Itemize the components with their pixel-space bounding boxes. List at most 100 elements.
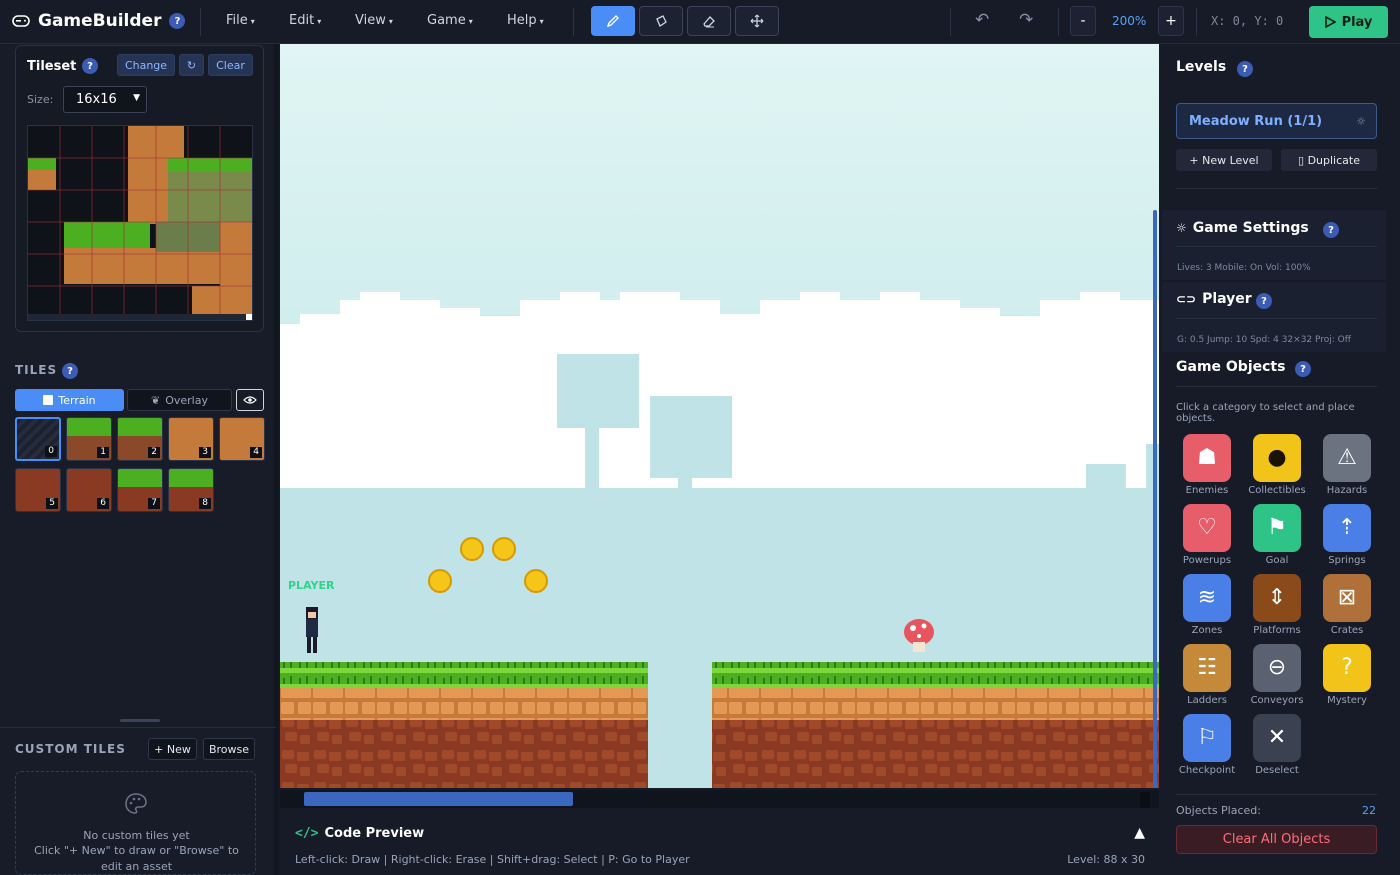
eye-icon (243, 396, 257, 404)
tile-1[interactable]: 1 (66, 417, 112, 461)
code-preview-title[interactable]: </> Code Preview (295, 826, 424, 841)
app-name: GameBuilder (38, 11, 162, 31)
zoom-level: 200% (1112, 14, 1147, 28)
redo-icon[interactable]: ↷ (1019, 10, 1033, 30)
menu-help[interactable]: Help ▾ (507, 13, 544, 28)
tile-index: 8 (199, 498, 211, 509)
zoom-in-button[interactable]: + (1158, 6, 1184, 36)
code-preview-bar[interactable]: </> Code Preview ▲ Left-click: Draw | Rig… (280, 816, 1160, 875)
tile-3[interactable]: 3 (168, 417, 214, 461)
player-title[interactable]: ⊂⊃ Player (1176, 291, 1252, 307)
tileset-refresh-button[interactable]: ↻ (179, 54, 204, 76)
tile-4[interactable]: 4 (219, 417, 265, 461)
object-category-enemies[interactable]: ☗ (1183, 434, 1231, 482)
pencil-tool-button[interactable] (591, 6, 635, 36)
tab-overlay[interactable]: ❦ Overlay (127, 389, 232, 411)
tile-8[interactable]: 8 (168, 468, 214, 512)
scroll-corner (1140, 792, 1150, 808)
grass-strip (67, 418, 111, 436)
object-category-label: Powerups (1182, 555, 1232, 566)
play-icon (1324, 16, 1336, 28)
tab-terrain[interactable]: Terrain (15, 389, 124, 411)
eraser-tool-button[interactable] (687, 6, 731, 36)
level-settings-icon[interactable]: ☼ (1356, 115, 1366, 128)
tile-index: 2 (148, 447, 160, 458)
player-help-icon[interactable]: ? (1256, 293, 1272, 309)
eraser-icon (703, 16, 715, 28)
bucket-icon (656, 15, 667, 27)
tile-size-select[interactable]: 16x16 ▼ (63, 86, 147, 113)
object-category-conveyors[interactable]: ⊖ (1253, 644, 1301, 692)
tile-7[interactable]: 7 (117, 468, 163, 512)
tile-index: 7 (148, 498, 160, 509)
object-category-powerups[interactable]: ♡ (1183, 504, 1231, 552)
object-category-ladders[interactable]: ☷ (1183, 644, 1231, 692)
canvas-vertical-scrollbar[interactable] (1153, 210, 1157, 788)
game-settings-title[interactable]: ☼ Game Settings (1176, 220, 1309, 236)
tile-5[interactable]: 5 (15, 468, 61, 512)
tiles-help-icon[interactable]: ? (62, 363, 78, 379)
object-category-checkpoint[interactable]: ⚐ (1183, 714, 1231, 762)
objects-description-2: objects. (1176, 413, 1216, 424)
expand-icon[interactable]: ▲ (1134, 825, 1145, 841)
code-icon: </> (295, 826, 319, 841)
object-category-label: Ladders (1187, 695, 1227, 706)
level-item-current[interactable]: Meadow Run (1/1) ☼ (1176, 103, 1377, 139)
tileset-clear-button[interactable]: Clear (208, 54, 253, 76)
play-button[interactable]: Play (1309, 6, 1388, 38)
object-category-label: Hazards (1326, 485, 1368, 496)
custom-new-button[interactable]: + New (148, 738, 197, 760)
menu-game[interactable]: Game ▾ (427, 13, 473, 28)
object-category-goal[interactable]: ⚑ (1253, 504, 1301, 552)
tileset-change-button[interactable]: Change (117, 54, 175, 76)
tileset-preview[interactable] (27, 125, 253, 321)
menu-view[interactable]: View ▾ (355, 13, 393, 28)
object-category-collectibles[interactable]: ● (1253, 434, 1301, 482)
object-category-label: Zones (1191, 625, 1223, 636)
clear-all-objects-button[interactable]: Clear All Objects (1176, 825, 1377, 854)
warning-icon: ⚠ (1337, 445, 1357, 470)
menu-edit[interactable]: Edit ▾ (289, 13, 321, 28)
objects-help-icon[interactable]: ? (1295, 361, 1311, 377)
player-label: PLAYER (288, 579, 335, 592)
custom-empty-title: No custom tiles yet (83, 829, 190, 842)
object-category-label: Checkpoint (1178, 765, 1236, 776)
object-category-hazards[interactable]: ⚠ (1323, 434, 1371, 482)
new-level-button[interactable]: + New Level (1176, 149, 1272, 171)
custom-tiles-title: CUSTOM TILES (15, 742, 126, 756)
object-category-crates[interactable]: ⊠ (1323, 574, 1371, 622)
panel-resize-handle[interactable] (120, 719, 160, 722)
level-name: Meadow Run (1/1) (1189, 114, 1323, 129)
toggle-visibility-button[interactable] (236, 389, 264, 411)
tileset-help-icon[interactable]: ? (82, 58, 98, 74)
object-category-deselect[interactable]: ✕ (1253, 714, 1301, 762)
platform-icon: ⇕ (1267, 585, 1287, 610)
gamepad-icon (12, 15, 30, 27)
tiles-title: TILES (15, 363, 58, 377)
move-icon (750, 14, 764, 28)
object-category-mystery[interactable]: ? (1323, 644, 1371, 692)
tile-2[interactable]: 2 (117, 417, 163, 461)
help-icon[interactable]: ? (169, 13, 186, 29)
custom-browse-button[interactable]: Browse (203, 738, 255, 760)
settings-gear-icon: ☼ (1176, 221, 1187, 235)
tile-6[interactable]: 6 (66, 468, 112, 512)
player-summary: G: 0.5 Jump: 10 Spd: 4 32×32 Proj: Off (1177, 335, 1351, 345)
menu-file[interactable]: File ▾ (226, 13, 255, 28)
tile-index: 5 (46, 498, 58, 509)
undo-icon[interactable]: ↶ (975, 10, 989, 30)
object-category-springs[interactable]: ⇡ (1323, 504, 1371, 552)
move-tool-button[interactable] (735, 6, 779, 36)
object-category-zones[interactable]: ≋ (1183, 574, 1231, 622)
tile-0[interactable]: 0 (15, 417, 61, 461)
level-canvas[interactable]: PLAYER (280, 44, 1159, 788)
duplicate-level-button[interactable]: ▯ Duplicate (1281, 149, 1377, 171)
game-settings-summary: Lives: 3 Mobile: On Vol: 100% (1177, 263, 1311, 273)
settings-help-icon[interactable]: ? (1323, 222, 1339, 238)
left-panel-scrollbar[interactable] (274, 44, 279, 875)
levels-help-icon[interactable]: ? (1237, 61, 1253, 77)
zoom-out-button[interactable]: - (1070, 6, 1096, 36)
object-category-platforms[interactable]: ⇕ (1253, 574, 1301, 622)
fill-tool-button[interactable] (639, 6, 683, 36)
canvas-scroll-thumb[interactable] (304, 792, 573, 806)
